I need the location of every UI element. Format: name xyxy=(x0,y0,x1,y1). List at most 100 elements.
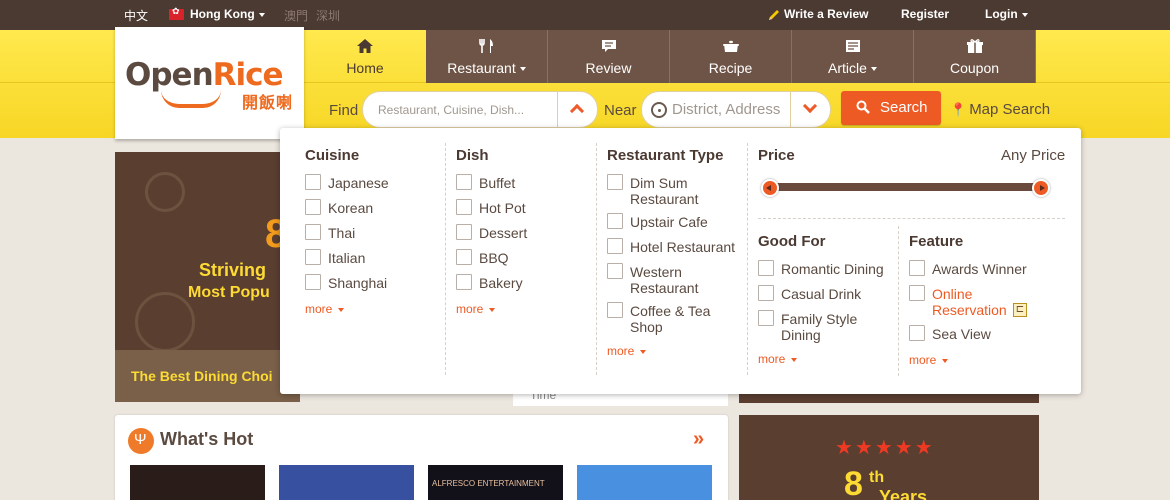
nav-tab-review[interactable]: Review xyxy=(548,30,670,83)
location-target-icon[interactable] xyxy=(651,102,667,118)
good-for-option[interactable]: Romantic Dining xyxy=(781,261,884,277)
dish-option[interactable]: BBQ xyxy=(479,250,509,266)
banner-subheading: Most Popu xyxy=(188,284,270,301)
hot-thumbnail[interactable]: ALFRESCO ENTERTAINMENT xyxy=(428,465,563,500)
find-input[interactable]: Restaurant, Cuisine, Dish... xyxy=(362,91,558,128)
cuisine-checkbox[interactable] xyxy=(305,249,321,265)
good-for-title: Good For xyxy=(758,233,826,250)
thumbs-up-icon xyxy=(135,292,195,352)
fork-knife-icon xyxy=(478,39,493,53)
cuisine-option[interactable]: Thai xyxy=(328,225,355,241)
dish-option[interactable]: Buffet xyxy=(479,175,515,191)
nav-tab-recipe[interactable]: Recipe xyxy=(670,30,792,83)
nav-label-restaurant: Restaurant xyxy=(426,60,547,76)
nav-label-article: Article xyxy=(792,60,913,76)
restaurant-type-checkbox[interactable] xyxy=(607,174,623,190)
nav-tab-home[interactable]: Home xyxy=(304,30,426,83)
cuisine-checkbox[interactable] xyxy=(305,274,321,290)
dish-checkbox[interactable] xyxy=(456,249,472,265)
dish-more-link[interactable]: more xyxy=(456,302,496,316)
cuisine-option[interactable]: Shanghai xyxy=(328,275,387,291)
feature-checkbox[interactable] xyxy=(909,285,925,301)
search-button[interactable]: Search xyxy=(841,91,941,125)
feature-checkbox[interactable] xyxy=(909,325,925,341)
near-input[interactable]: District, Address xyxy=(641,91,791,128)
hot-thumbnail[interactable] xyxy=(130,465,265,500)
login-menu[interactable]: Login xyxy=(985,7,1028,21)
logo-chinese-text: 開飯喇 xyxy=(242,95,294,112)
map-search-link[interactable]: 📍 Map Search xyxy=(950,101,1050,118)
feature-option[interactable]: Awards Winner xyxy=(932,261,1027,277)
dish-checkbox[interactable] xyxy=(456,274,472,290)
city-link-macau[interactable]: 澳門 xyxy=(284,7,308,24)
find-dropdown-toggle[interactable] xyxy=(557,91,598,128)
cuisine-title: Cuisine xyxy=(305,147,360,164)
column-divider xyxy=(596,143,597,375)
decor-circle xyxy=(145,172,185,212)
column-divider xyxy=(445,143,446,375)
cuisine-checkbox[interactable] xyxy=(305,199,321,215)
good-for-checkbox[interactable] xyxy=(758,260,774,276)
hot-thumbnail[interactable] xyxy=(577,465,712,500)
restaurant-type-option[interactable]: Western Restaurant xyxy=(630,264,740,296)
good-for-checkbox[interactable] xyxy=(758,310,774,326)
restaurant-type-option[interactable]: Hotel Restaurant xyxy=(630,239,735,255)
chevron-down-icon xyxy=(870,67,877,72)
restaurant-type-checkbox[interactable] xyxy=(607,213,623,229)
price-slider-min-handle[interactable] xyxy=(761,179,779,197)
hot-thumbnail[interactable] xyxy=(279,465,414,500)
restaurant-type-checkbox[interactable] xyxy=(607,238,623,254)
dish-option[interactable]: Dessert xyxy=(479,225,527,241)
cuisine-option[interactable]: Italian xyxy=(328,250,365,266)
register-link[interactable]: Register xyxy=(901,7,949,21)
feature-checkbox[interactable] xyxy=(909,260,925,276)
cuisine-option[interactable]: Japanese xyxy=(328,175,389,191)
language-switch[interactable]: 中文 xyxy=(124,7,148,24)
banner-caption: The Best Dining Choi xyxy=(131,368,273,384)
thumbnail-title: ALFRESCO ENTERTAINMENT xyxy=(432,479,545,488)
dish-checkbox[interactable] xyxy=(456,224,472,240)
price-slider-max-handle[interactable] xyxy=(1032,179,1050,197)
double-chevron-right-icon[interactable]: » xyxy=(693,428,704,451)
chevron-down-icon xyxy=(640,349,647,354)
promo-banner[interactable]: 8 Striving Most Popu The Best Dining Cho… xyxy=(115,152,300,402)
price-value: Any Price xyxy=(1001,147,1066,164)
nav-tab-coupon[interactable]: Coupon xyxy=(914,30,1036,83)
price-slider-track[interactable] xyxy=(769,183,1044,191)
good-for-more-link[interactable]: more xyxy=(758,352,798,366)
restaurant-type-more-link[interactable]: more xyxy=(607,344,647,358)
near-dropdown-toggle[interactable] xyxy=(790,91,831,128)
feature-option[interactable]: Sea View xyxy=(932,326,991,342)
chevron-down-icon xyxy=(791,357,798,362)
restaurant-type-option[interactable]: Coffee & Tea Shop xyxy=(630,303,740,335)
feature-title: Feature xyxy=(909,233,964,250)
restaurant-type-option[interactable]: Upstair Cafe xyxy=(630,214,708,230)
restaurant-type-option[interactable]: Dim Sum Restaurant xyxy=(630,175,740,207)
dish-checkbox[interactable] xyxy=(456,174,472,190)
search-filter-dropdown: Cuisine Japanese Korean Thai Italian Sha… xyxy=(280,128,1081,394)
good-for-option[interactable]: Family Style Dining xyxy=(781,311,881,343)
speech-bubble-icon xyxy=(601,40,616,52)
restaurant-type-checkbox[interactable] xyxy=(607,302,623,318)
good-for-checkbox[interactable] xyxy=(758,285,774,301)
feature-more-link[interactable]: more xyxy=(909,353,949,367)
price-title: Price xyxy=(758,147,795,164)
dish-option[interactable]: Hot Pot xyxy=(479,200,526,216)
nav-tab-article[interactable]: Article xyxy=(792,30,914,83)
openrice-logo[interactable]: OpenRice 開飯喇 xyxy=(115,27,304,139)
write-review-link[interactable]: Write a Review xyxy=(784,7,868,21)
cuisine-more-link[interactable]: more xyxy=(305,302,345,316)
city-link-shenzhen[interactable]: 深圳 xyxy=(316,7,340,24)
anniversary-banner[interactable]: ★★★★★ 8 th Years xyxy=(739,415,1039,500)
cuisine-option[interactable]: Korean xyxy=(328,200,373,216)
good-for-option[interactable]: Casual Drink xyxy=(781,286,861,302)
feature-option[interactable]: Online Reservation xyxy=(932,286,1014,318)
cuisine-checkbox[interactable] xyxy=(305,174,321,190)
nav-tab-restaurant[interactable]: Restaurant xyxy=(426,30,548,83)
dish-option[interactable]: Bakery xyxy=(479,275,523,291)
dish-checkbox[interactable] xyxy=(456,199,472,215)
region-selector[interactable]: Hong Kong xyxy=(190,7,265,21)
restaurant-type-checkbox[interactable] xyxy=(607,263,623,279)
anniversary-years: Years xyxy=(879,487,928,500)
cuisine-checkbox[interactable] xyxy=(305,224,321,240)
